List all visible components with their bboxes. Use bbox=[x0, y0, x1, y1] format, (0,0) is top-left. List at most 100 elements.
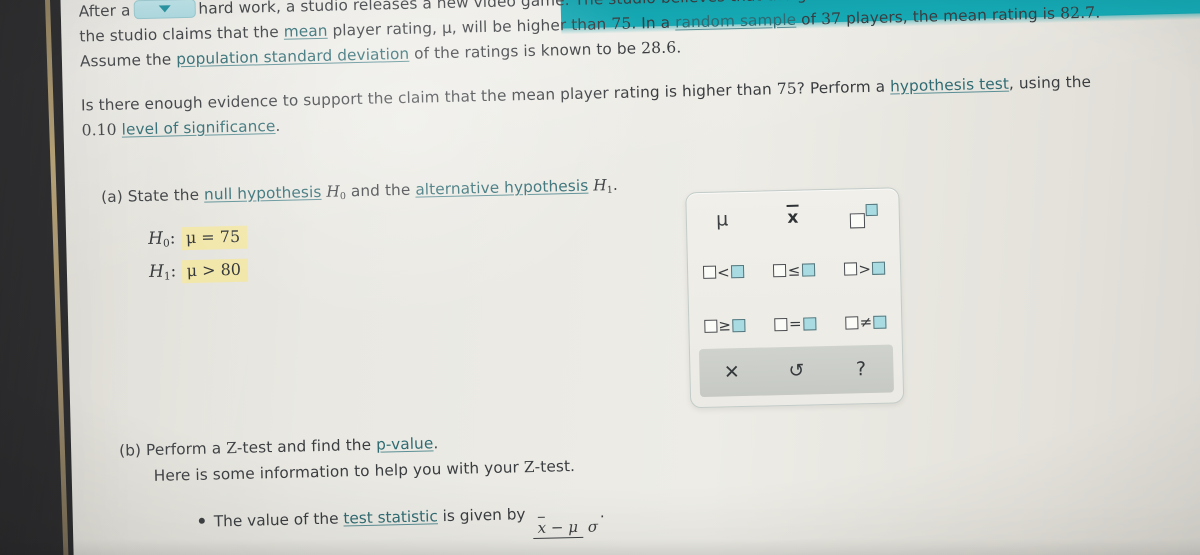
exponent-base-box bbox=[849, 212, 865, 229]
part-a-period: . bbox=[612, 175, 619, 195]
test-statistic-bullet: The value of the test statistic is given… bbox=[198, 503, 605, 545]
link-p-value[interactable]: p-value bbox=[376, 434, 434, 453]
exponent-power-box bbox=[865, 203, 878, 216]
link-test-statistic[interactable]: test statistic bbox=[343, 507, 438, 527]
minus-mu: − μ bbox=[550, 517, 579, 537]
link-random-sample[interactable]: random sample bbox=[675, 11, 796, 32]
question-threshold: 75 bbox=[776, 79, 798, 99]
operand-box-left bbox=[702, 266, 716, 280]
hypothesis-row-alternative: H1: μ > 80 bbox=[148, 258, 249, 284]
palette-button-x-bar[interactable]: x bbox=[757, 190, 829, 245]
h1-colon: : bbox=[170, 261, 177, 282]
palette-button-not-equal[interactable]: ≠ bbox=[830, 295, 902, 350]
link-null-hypothesis[interactable]: null hypothesis bbox=[204, 183, 322, 204]
intro2-text-c: . In a bbox=[631, 13, 671, 33]
operand-box-right bbox=[873, 315, 887, 329]
operand-box-right bbox=[731, 265, 745, 279]
z-symbol: Z bbox=[225, 438, 238, 458]
question-period: . bbox=[275, 116, 281, 135]
close-icon[interactable]: ✕ bbox=[708, 361, 756, 383]
problem-content: After ahard work, a studio releases a ne… bbox=[60, 0, 1200, 555]
part-a-text-2: and the bbox=[350, 180, 411, 201]
help-icon[interactable]: ? bbox=[837, 358, 885, 380]
operand-box-left bbox=[703, 319, 718, 333]
mu-icon: μ bbox=[715, 207, 729, 231]
part-a-prompt: (a) State the null hypothesis H0 and the… bbox=[101, 173, 618, 215]
x-bar-in-formula: x bbox=[537, 518, 547, 537]
h0-name: H0 bbox=[148, 228, 170, 250]
palette-symbol-grid: μ x < ≤ > ≥ = ≠ bbox=[686, 188, 902, 353]
question-paragraph: Is there enough evidence to support the … bbox=[81, 67, 1200, 144]
intro3-text-b: of the ratings is known to be bbox=[413, 39, 637, 63]
symbol-h1: H1 bbox=[593, 176, 613, 196]
operand-box-left bbox=[774, 317, 788, 332]
greater-than-icon: > bbox=[858, 259, 872, 279]
palette-action-bar: ✕ ↺ ? bbox=[698, 344, 894, 398]
h1-name-letter: H bbox=[148, 261, 165, 282]
part-b-label: (b) bbox=[118, 441, 142, 460]
h0-colon: : bbox=[169, 228, 176, 249]
intro2-period: . bbox=[1094, 3, 1101, 22]
intro2-text-e: players, the mean rating is bbox=[845, 4, 1056, 28]
palette-button-greater-equal[interactable]: ≥ bbox=[689, 298, 761, 353]
palette-button-mu[interactable]: μ bbox=[686, 192, 758, 247]
sample-size: 37 bbox=[820, 9, 842, 29]
h1-letter: H bbox=[593, 176, 607, 195]
intro2-text-b: player rating, μ, will be higher than bbox=[332, 15, 607, 40]
h0-letter: H bbox=[326, 182, 341, 201]
part-b-text-a: Perform a bbox=[145, 439, 222, 460]
intro-text-a: After a bbox=[78, 1, 131, 21]
link-mean[interactable]: mean bbox=[284, 22, 328, 41]
bullet-period: . bbox=[599, 503, 605, 522]
operand-box-left bbox=[845, 316, 859, 330]
question-text-c: , using the bbox=[1008, 72, 1092, 93]
palette-button-greater-than[interactable]: > bbox=[829, 242, 901, 297]
formula-denominator-sigma: σ bbox=[587, 517, 599, 536]
link-population-standard-deviation[interactable]: population standard deviation bbox=[176, 45, 409, 68]
photographed-screen: After ahard work, a studio releases a ne… bbox=[0, 0, 1200, 555]
undo-icon[interactable]: ↺ bbox=[772, 359, 820, 381]
not-equal-icon: ≠ bbox=[859, 313, 873, 332]
claim-threshold: 75 bbox=[611, 14, 632, 34]
h0-answer-field[interactable]: μ = 75 bbox=[180, 225, 248, 251]
intro3-text-a: Assume the bbox=[79, 50, 172, 71]
part-b-text-b: -test and find the bbox=[236, 435, 372, 457]
symbol-h0: H0 bbox=[326, 182, 347, 203]
operand-box-left bbox=[773, 264, 787, 278]
intro3-period: . bbox=[676, 38, 682, 57]
operand-box-right bbox=[732, 318, 746, 333]
part-a-text-1: State the bbox=[127, 185, 200, 206]
palette-button-less-than[interactable]: < bbox=[688, 245, 760, 300]
math-symbol-palette[interactable]: μ x < ≤ > ≥ = ≠ ✕ ↺ ? bbox=[685, 187, 905, 409]
less-equal-icon: ≤ bbox=[787, 261, 801, 280]
palette-button-equals[interactable]: = bbox=[759, 297, 831, 352]
less-than-icon: < bbox=[716, 263, 730, 282]
part-b-period: . bbox=[433, 434, 439, 453]
duration-dropdown[interactable] bbox=[133, 0, 196, 20]
greater-equal-icon: ≥ bbox=[718, 316, 732, 335]
palette-button-less-equal[interactable]: ≤ bbox=[758, 243, 830, 298]
operand-box-left bbox=[843, 262, 858, 277]
operand-box-right bbox=[801, 263, 816, 278]
part-b-help-text-a: Here is some information to help you wit… bbox=[153, 458, 520, 485]
link-level-of-significance[interactable]: level of significance bbox=[121, 117, 275, 139]
intro2-text-d: of bbox=[800, 10, 817, 29]
part-a-label: (a) bbox=[100, 187, 124, 207]
link-hypothesis-test[interactable]: hypothesis test bbox=[890, 75, 1009, 96]
h1-name: H1 bbox=[148, 261, 171, 283]
bullet-text-a: The value of the bbox=[213, 509, 339, 531]
problem-statement: After ahard work, a studio releases a ne… bbox=[79, 0, 1200, 75]
h1-answer-field[interactable]: μ > 80 bbox=[181, 258, 249, 284]
link-alternative-hypothesis[interactable]: alternative hypothesis bbox=[415, 177, 588, 199]
intro2-text-a: the studio claims that the bbox=[79, 22, 280, 46]
operand-box-right bbox=[802, 317, 817, 331]
test-statistic-formula: x − μ σ bbox=[532, 517, 599, 540]
palette-button-exponent[interactable] bbox=[828, 188, 900, 243]
chevron-down-icon bbox=[158, 4, 171, 12]
question-text-b: ? Perform a bbox=[796, 77, 886, 98]
bullet-text-b: is given by bbox=[442, 505, 526, 526]
population-sigma: 28.6 bbox=[640, 38, 677, 58]
hypothesis-row-null: H0: μ = 75 bbox=[148, 225, 248, 251]
equals-icon: = bbox=[788, 314, 802, 334]
h0-subscript: 0 bbox=[339, 190, 347, 203]
